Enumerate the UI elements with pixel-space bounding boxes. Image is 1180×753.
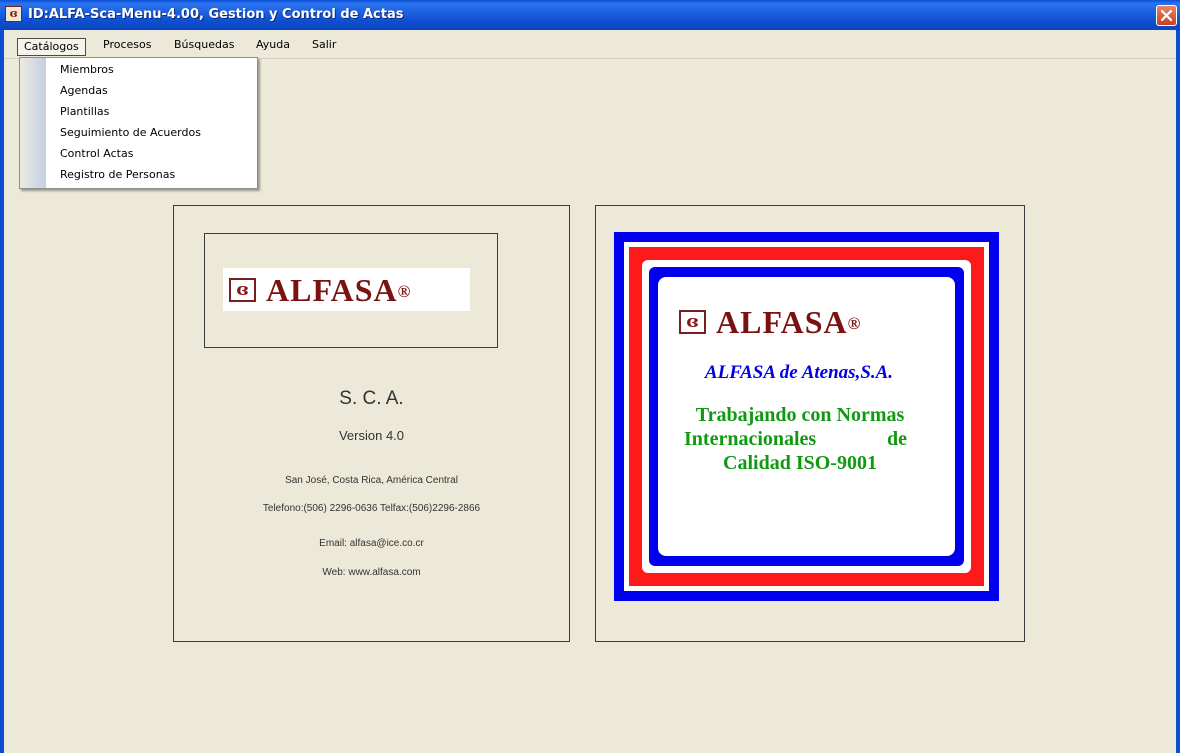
app-icon[interactable]: ɞ [5,6,22,22]
alfasa-logo-secondary: ɞ ALFASA® [677,300,922,344]
window-left-border [0,30,4,753]
logo-frame: ɞ ALFASA® [204,233,498,348]
menu-ayuda[interactable]: Ayuda [250,38,296,56]
version-label: Version 4.0 [338,428,405,443]
menu-item-agendas[interactable]: Agendas [60,83,108,99]
alfasa-logo-icon: ɞ [229,277,256,302]
window-right-border [1176,30,1180,753]
web-text: Web: www.alfasa.com [322,567,421,578]
slogan-line-1: Trabajando con Normas [695,404,905,426]
close-icon [1161,10,1172,21]
menu-item-control-actas[interactable]: Control Actas [60,146,133,162]
main-window: ɞ ID:ALFA-Sca-Menu-4.00, Gestion y Contr… [0,0,1180,753]
menu-gutter [20,58,46,188]
alfasa-logo-text: ALFASA® [716,304,862,340]
slogan-line-2a: Internacionales [684,428,817,450]
menu-item-miembros[interactable]: Miembros [60,62,114,78]
menu-item-seguimiento-acuerdos[interactable]: Seguimiento de Acuerdos [60,125,201,141]
menu-catalogos[interactable]: Catálogos [17,38,86,56]
slogan-line-3: Calidad ISO-9001 [723,452,877,474]
alfasa-logo-icon: ɞ [679,310,706,334]
slogan-line-2b: de [887,428,907,450]
menu-busquedas[interactable]: Búsquedas [168,38,240,56]
alfasa-logo-text: ALFASA® [266,271,412,308]
company-name: ALFASA de Atenas,S.A. [704,362,894,383]
alfasa-logo: ɞ ALFASA® [223,268,470,311]
window-title: ID:ALFA-Sca-Menu-4.00, Gestion y Control… [28,7,404,22]
menu-bar: Catálogos Procesos Búsquedas Ayuda Salir [4,30,1176,59]
menu-salir[interactable]: Salir [306,38,342,56]
menu-item-registro-personas[interactable]: Registro de Personas [60,167,175,183]
phone-text: Telefono:(506) 2296-0636 Telfax:(506)229… [262,503,481,514]
address-text: San José, Costa Rica, América Central [285,475,458,486]
title-bar[interactable]: ɞ ID:ALFA-Sca-Menu-4.00, Gestion y Contr… [0,0,1180,30]
menu-item-plantillas[interactable]: Plantillas [60,104,109,120]
product-name: S. C. A. [339,388,404,409]
menu-procesos[interactable]: Procesos [97,38,157,56]
email-text: Email: alfasa@ice.co.cr [319,538,424,549]
catalogos-dropdown-menu: Miembros Agendas Plantillas Seguimiento … [19,57,258,189]
close-button[interactable] [1156,5,1177,26]
